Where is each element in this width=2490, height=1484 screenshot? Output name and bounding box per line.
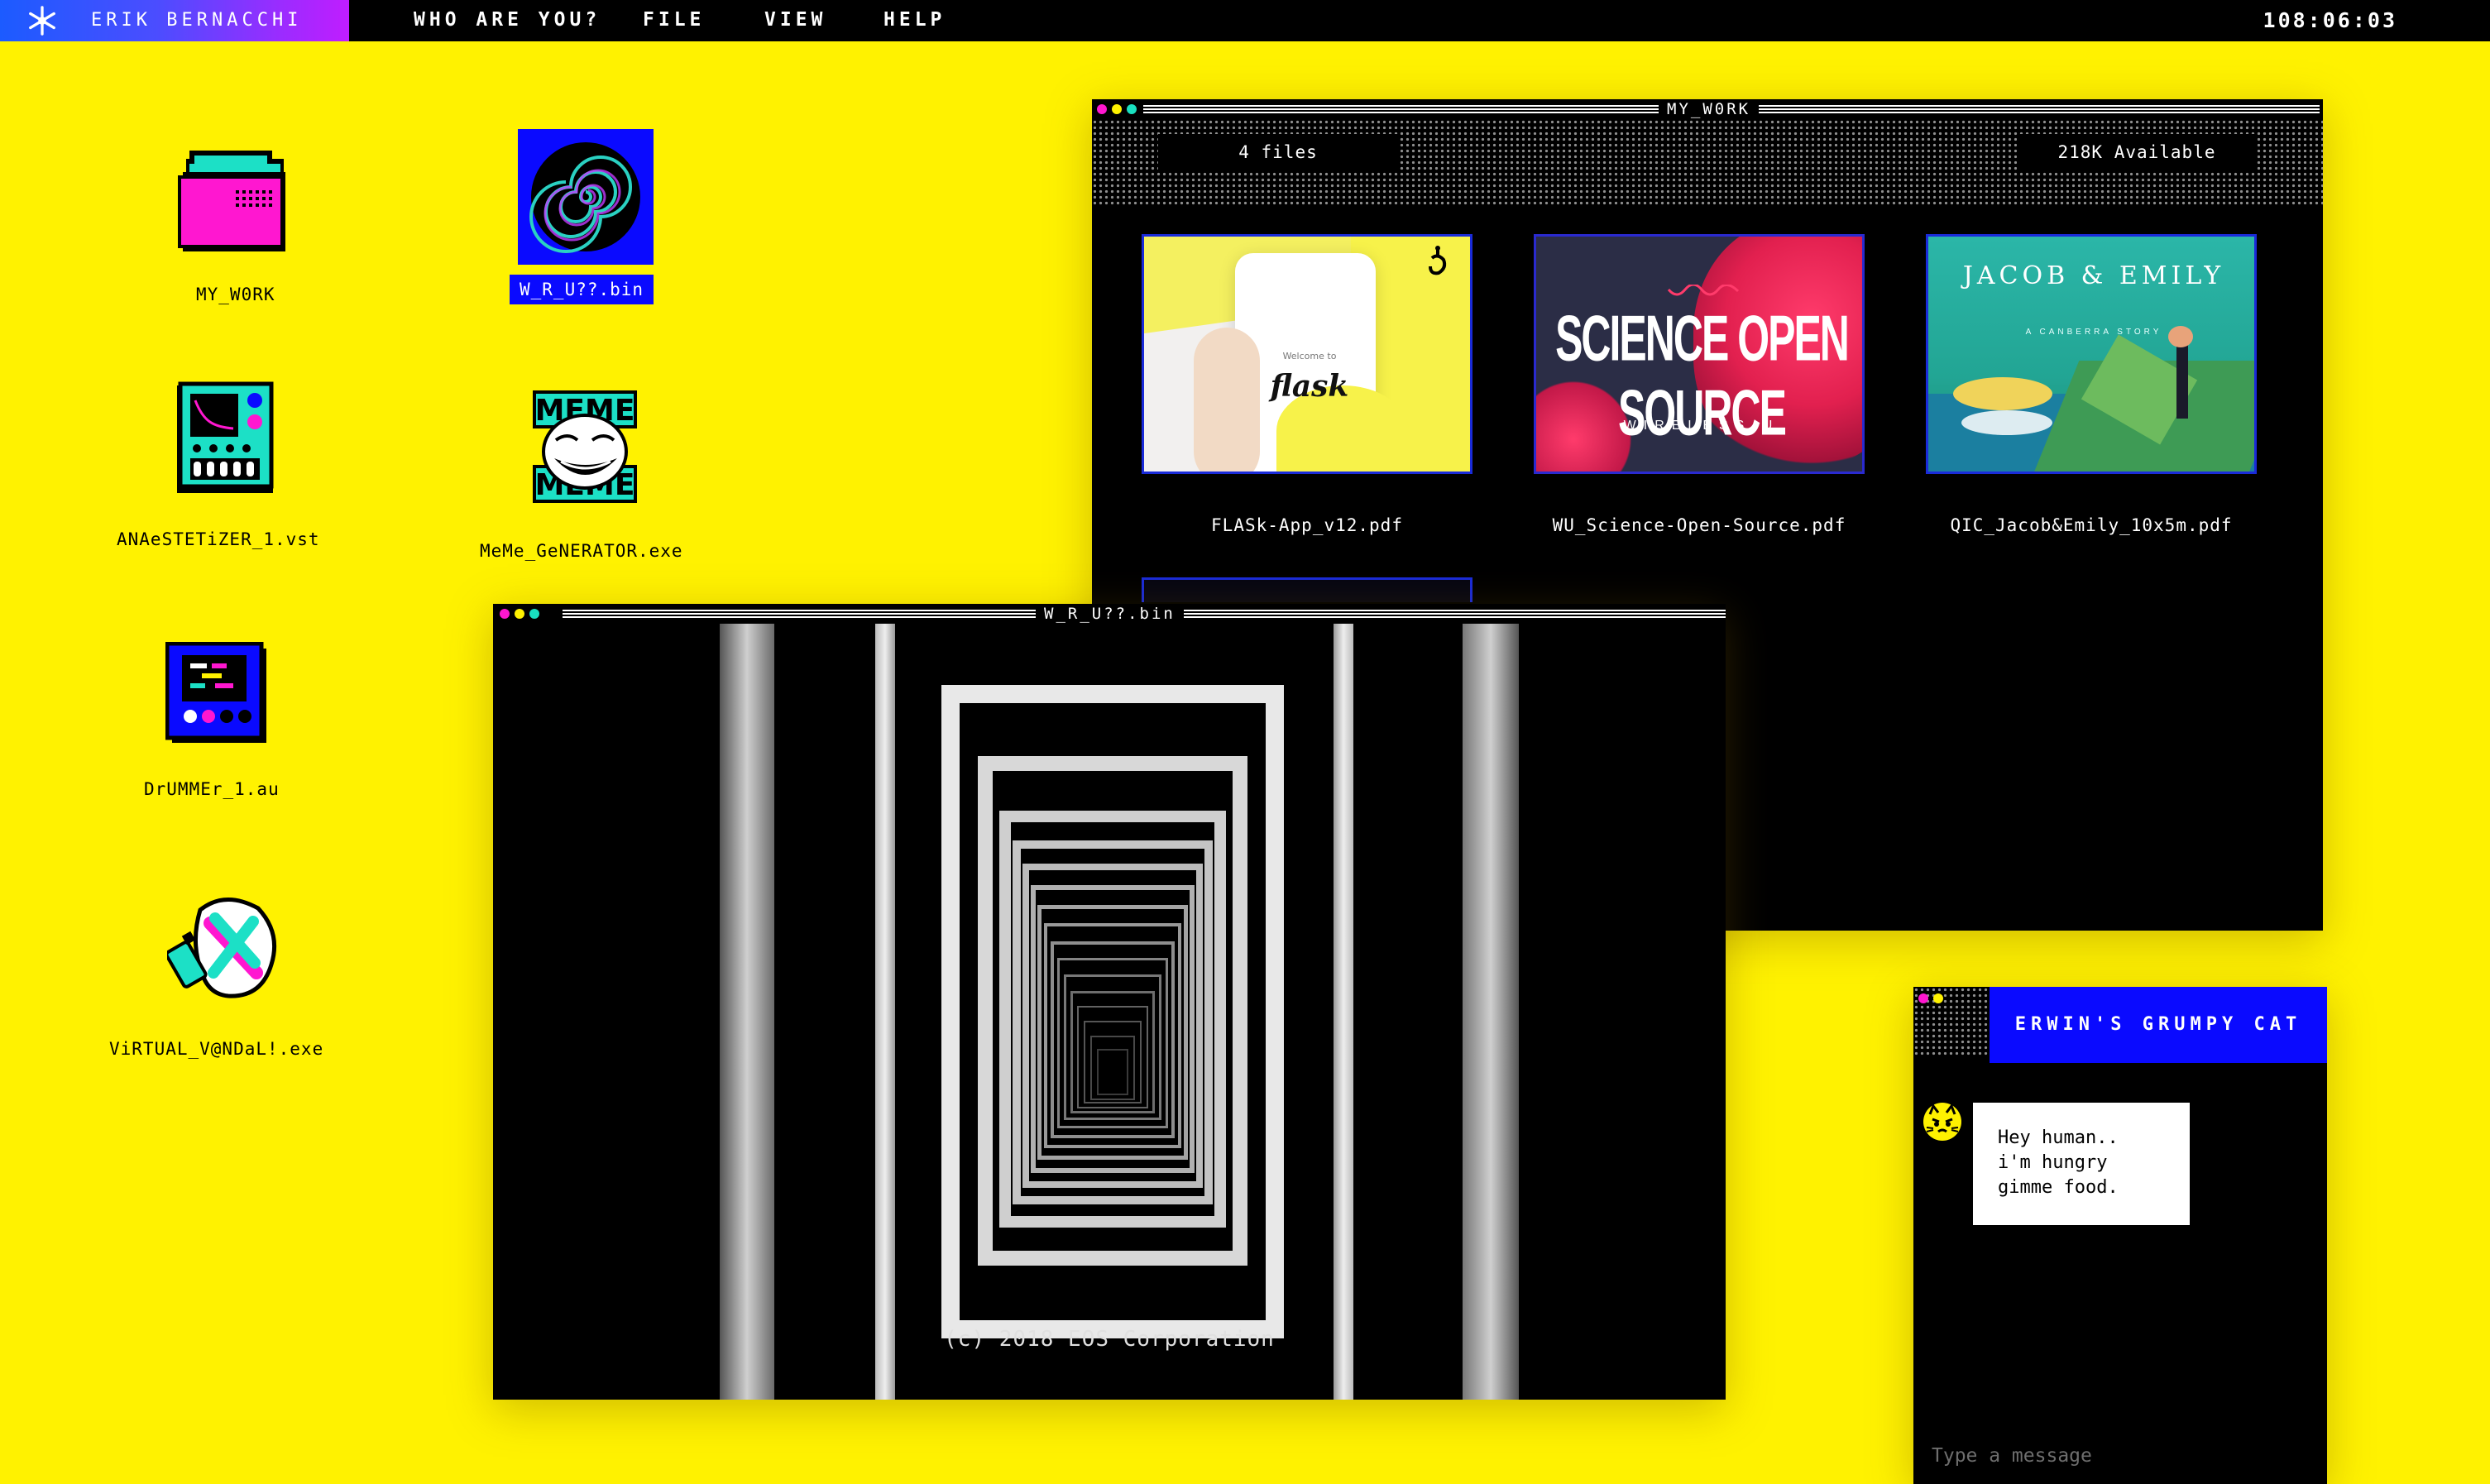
close-dot-icon[interactable] xyxy=(500,609,510,619)
desktop-icon-label: MeMe_GeNERATOR.exe xyxy=(480,541,683,561)
desktop-icon-anaestetizer[interactable]: ANAeSTETiZER_1.vst xyxy=(108,381,339,562)
thumb-subtitle: Welcome to xyxy=(1282,351,1337,361)
desktop-icon-label: W_R_U??.bin xyxy=(510,275,654,304)
synth-icon xyxy=(177,381,274,493)
maximize-dot-icon[interactable] xyxy=(1127,104,1137,114)
drum-machine-icon xyxy=(165,642,266,743)
brand-name: ERIK BERNACCHI xyxy=(91,10,303,31)
minimize-dot-icon[interactable] xyxy=(515,609,524,619)
desktop-icon-my-work[interactable]: MY_W0RK xyxy=(124,141,356,314)
close-dot-icon[interactable] xyxy=(1097,104,1107,114)
thumb-title: flask xyxy=(1270,369,1349,404)
menu-file[interactable]: FILE xyxy=(643,9,705,31)
menu-who-are-you[interactable]: WHO ARE YOU? xyxy=(414,9,601,31)
grumpy-cat-avatar-icon xyxy=(1923,1103,1961,1141)
folder-icon xyxy=(178,151,285,251)
window-toolbar: 4 files 218K Available xyxy=(1092,119,2323,207)
desktop-icon-label: MY_W0RK xyxy=(196,285,275,304)
file-count: 4 files xyxy=(1158,134,1398,170)
window-title: MY_W0RK xyxy=(1659,100,1760,118)
thumb-subtitle: A CANBERRA STORY xyxy=(2025,328,2162,337)
file-thumbnail-partial[interactable] xyxy=(1142,577,1472,602)
menu-view[interactable]: VIEW xyxy=(764,9,826,31)
window-titlebar[interactable]: W_R_U??.bin xyxy=(493,604,1726,624)
flask-app-icon xyxy=(1417,242,1458,283)
available-space: 218K Available xyxy=(2017,134,2257,170)
file-thumbnail[interactable]: SCIENCE OPEN SOURCE WIRELESS/U xyxy=(1534,234,1865,474)
file-name[interactable]: WU_Science-Open-Source.pdf xyxy=(1505,515,1894,535)
thumb-title: JACOB & EMILY xyxy=(1962,261,2225,290)
file-thumbnail[interactable]: Welcome to flask xyxy=(1142,234,1472,474)
asterisk-logo-icon xyxy=(29,6,55,36)
desktop-icon-label: DrUMMEr_1.au xyxy=(144,779,280,799)
meme-icon: MEME MEME xyxy=(533,390,637,503)
close-dot-icon[interactable] xyxy=(1918,993,1928,1003)
desktop-icon-wru-bin[interactable]: W_R_U??.bin xyxy=(496,124,695,323)
chat-window: ERWIN'S GRUMPY CAT Hey human.. i'm hungr… xyxy=(1913,987,2327,1484)
clock: 108:06:03 xyxy=(2263,8,2397,32)
chat-title: ERWIN'S GRUMPY CAT xyxy=(1990,987,2327,1063)
window-titlebar[interactable]: MY_W0RK xyxy=(1092,99,2323,119)
menu-bar: ERIK BERNACCHI WHO ARE YOU? FILE VIEW HE… xyxy=(0,0,2490,41)
desktop-icon-virtual-vandal[interactable]: ViRTUAL_V@NDaL!.exe xyxy=(99,893,364,1075)
window-title: W_R_U??.bin xyxy=(1036,605,1184,623)
desktop-icon-drummer[interactable]: DrUMMEr_1.au xyxy=(124,637,339,811)
spiral-icon xyxy=(518,129,654,265)
file-item[interactable]: Welcome to flask FLASk-App_v12.pdf xyxy=(1142,234,1472,565)
desktop-icon-label: ANAeSTETiZER_1.vst xyxy=(117,529,320,549)
wru-window: W_R_U??.bin (c) 2018 EOS Corporation xyxy=(493,604,1726,1400)
copyright-text: (c) 2018 EOS Corporation xyxy=(944,1327,1275,1352)
thumb-subtitle: WIRELESS/U xyxy=(1623,419,1780,433)
desktop-icon-label: ViRTUAL_V@NDaL!.exe xyxy=(109,1039,324,1059)
minimize-dot-icon[interactable] xyxy=(1112,104,1122,114)
file-name[interactable]: QIC_Jacob&Emily_10x5m.pdf xyxy=(1897,515,2286,535)
file-item[interactable]: SCIENCE OPEN SOURCE WIRELESS/U WU_Scienc… xyxy=(1534,234,1865,565)
minimize-dot-icon[interactable] xyxy=(1933,993,1943,1003)
chat-message-input[interactable] xyxy=(1930,1428,2322,1484)
brand-block[interactable]: ERIK BERNACCHI xyxy=(0,0,349,41)
maximize-dot-icon[interactable] xyxy=(529,609,539,619)
tunnel-animation: (c) 2018 EOS Corporation xyxy=(493,624,1726,1400)
file-item[interactable]: JACOB & EMILY A CANBERRA STORY QIC_Jacob… xyxy=(1926,234,2257,565)
vandal-mask-icon xyxy=(167,898,277,998)
desktop-icon-meme-generator[interactable]: MEME MEME MeMe_GeNERATOR.exe xyxy=(463,389,711,571)
file-name[interactable]: FLASk-App_v12.pdf xyxy=(1113,515,1501,535)
chat-message-bubble: Hey human.. i'm hungry gimme food. xyxy=(1973,1103,2190,1225)
file-thumbnail[interactable]: JACOB & EMILY A CANBERRA STORY xyxy=(1926,234,2257,474)
menu-help[interactable]: HELP xyxy=(883,9,946,31)
